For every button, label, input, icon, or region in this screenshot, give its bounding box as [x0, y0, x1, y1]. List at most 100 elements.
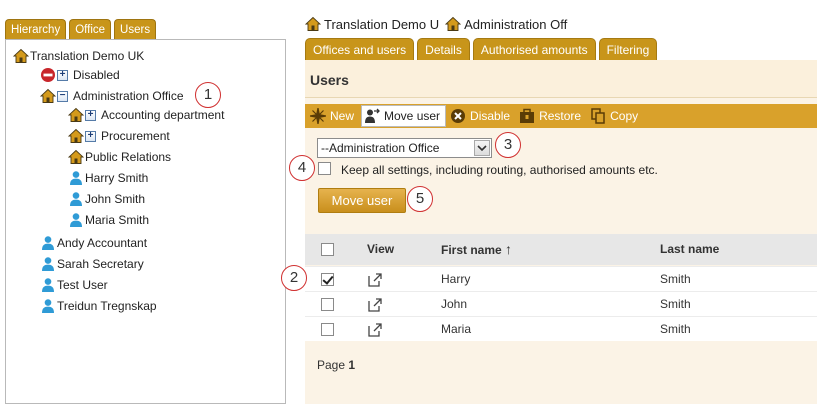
tab-offices-and-users[interactable]: Offices and users — [305, 38, 415, 60]
users-panel: Users New Move user Disable Restore Copy — [305, 60, 817, 404]
disable-label: Disable — [470, 109, 511, 123]
callout-marker: 2 — [281, 265, 307, 291]
target-office-value: --Administration Office — [321, 141, 440, 155]
tree-node-label: Harry Smith — [85, 171, 149, 185]
users-toolbar: New Move user Disable Restore Copy — [305, 104, 817, 128]
open-external-icon[interactable] — [367, 272, 383, 288]
tree-node-label: Maria Smith — [85, 213, 150, 227]
move-user-label: Move user — [384, 109, 441, 123]
tree-node-procurement[interactable]: + Procurement — [68, 127, 170, 145]
open-external-icon[interactable] — [367, 322, 383, 338]
tree-node-andy-accountant[interactable]: Andy Accountant — [40, 234, 147, 252]
disable-button[interactable]: Disable — [448, 105, 515, 127]
column-view: View — [367, 242, 395, 256]
page-number[interactable]: 1 — [348, 358, 355, 372]
copy-label: Copy — [610, 109, 639, 123]
tab-details[interactable]: Details — [417, 38, 470, 60]
right-tab-bar: Offices and users Details Authorised amo… — [305, 38, 660, 60]
no-entry-icon — [40, 67, 56, 83]
tree-node-sarah-secretary[interactable]: Sarah Secretary — [40, 255, 144, 273]
tab-filtering[interactable]: Filtering — [598, 38, 658, 60]
breadcrumb: Translation Demo U Administration Off — [305, 15, 567, 33]
expand-icon[interactable]: + — [85, 109, 96, 121]
expand-icon[interactable]: + — [57, 69, 68, 81]
row-checkbox[interactable] — [321, 298, 334, 311]
house-icon — [68, 128, 84, 144]
user-icon — [68, 191, 84, 207]
tree-node-label: John Smith — [85, 192, 146, 206]
column-last-name[interactable]: Last name — [660, 234, 719, 265]
row-checkbox[interactable] — [321, 323, 334, 336]
copy-icon — [590, 108, 606, 124]
pager-label: Page — [317, 358, 346, 372]
table-row[interactable]: Maria Smith — [305, 316, 817, 341]
pager: Page 1 — [317, 358, 355, 372]
user-icon — [40, 298, 56, 314]
tab-users[interactable]: Users — [114, 19, 157, 39]
open-external-icon[interactable] — [367, 297, 383, 313]
house-icon — [13, 48, 29, 64]
expand-icon[interactable]: + — [85, 130, 96, 142]
callout-marker: 1 — [195, 82, 221, 108]
row-checkbox[interactable] — [321, 273, 334, 286]
tree-node-public-relations[interactable]: Public Relations — [68, 148, 171, 166]
callout-marker: 3 — [495, 132, 521, 158]
first-name-cell: Maria — [441, 322, 472, 336]
disable-icon — [450, 108, 466, 124]
tree-node-accounting[interactable]: + Accounting department — [68, 106, 224, 124]
collapse-icon[interactable]: − — [57, 90, 68, 102]
column-first-name-label: First name — [441, 243, 502, 257]
keep-settings-label: Keep all settings, including routing, au… — [341, 163, 658, 177]
house-icon — [68, 107, 84, 123]
tree-node-label: Andy Accountant — [57, 236, 148, 250]
move-user-icon — [364, 108, 380, 124]
tree-node-administration-office[interactable]: − Administration Office — [40, 87, 184, 105]
table-row[interactable]: Harry Smith — [305, 266, 817, 291]
first-name-cell: John — [441, 297, 468, 311]
table-row[interactable]: John Smith — [305, 291, 817, 316]
tree-node-disabled[interactable]: + Disabled — [40, 66, 120, 84]
last-name-cell: Smith — [660, 272, 691, 286]
tab-hierarchy[interactable]: Hierarchy — [5, 19, 67, 39]
new-button[interactable]: New — [308, 105, 359, 127]
left-tab-bar: Hierarchy Office Users — [5, 19, 159, 39]
tree-node-label: Disabled — [73, 68, 120, 82]
tree-node-label: Accounting department — [101, 108, 225, 122]
select-all-checkbox[interactable] — [321, 243, 334, 256]
move-user-button[interactable]: Move user — [318, 188, 406, 213]
tree-node-label: Procurement — [101, 129, 170, 143]
callout-marker: 4 — [289, 155, 315, 181]
chevron-down-icon[interactable] — [474, 140, 490, 156]
restore-icon — [519, 108, 535, 124]
breadcrumb-item[interactable]: Translation Demo U — [324, 17, 439, 32]
breadcrumb-item[interactable]: Administration Off — [464, 17, 567, 32]
tree-node-test-user[interactable]: Test User — [40, 276, 108, 294]
move-user-tool-button[interactable]: Move user — [361, 105, 447, 127]
sparkle-icon — [310, 108, 326, 124]
tree-node-label: Administration Office — [73, 89, 184, 103]
tab-office[interactable]: Office — [69, 19, 112, 39]
first-name-cell: Harry — [441, 272, 471, 286]
tree-node-john-smith[interactable]: John Smith — [68, 190, 145, 208]
user-icon — [40, 256, 56, 272]
restore-button[interactable]: Restore — [517, 105, 586, 127]
keep-settings-checkbox[interactable] — [318, 162, 331, 175]
house-icon — [68, 149, 84, 165]
tree-node-label: Sarah Secretary — [57, 257, 144, 271]
new-label: New — [330, 109, 355, 123]
tree-node-label: Public Relations — [85, 150, 172, 164]
users-header: Users — [305, 60, 817, 98]
tree-node-label: Test User — [57, 278, 108, 292]
copy-button[interactable]: Copy — [588, 105, 643, 127]
tree-node-label: Treidun Tregnskap — [57, 299, 157, 313]
users-grid-header: View First name ↑ Last name — [305, 234, 817, 265]
target-office-select[interactable]: --Administration Office — [317, 138, 492, 158]
tree-node-maria-smith[interactable]: Maria Smith — [68, 211, 149, 229]
tree-node-treidun-tregnskap[interactable]: Treidun Tregnskap — [40, 297, 157, 315]
tree-node-harry-smith[interactable]: Harry Smith — [68, 169, 148, 187]
tree-node-root[interactable]: Translation Demo UK — [13, 47, 144, 65]
house-icon — [445, 16, 461, 32]
restore-label: Restore — [539, 109, 582, 123]
column-first-name[interactable]: First name ↑ — [441, 234, 512, 266]
tab-authorised-amounts[interactable]: Authorised amounts — [472, 38, 596, 60]
